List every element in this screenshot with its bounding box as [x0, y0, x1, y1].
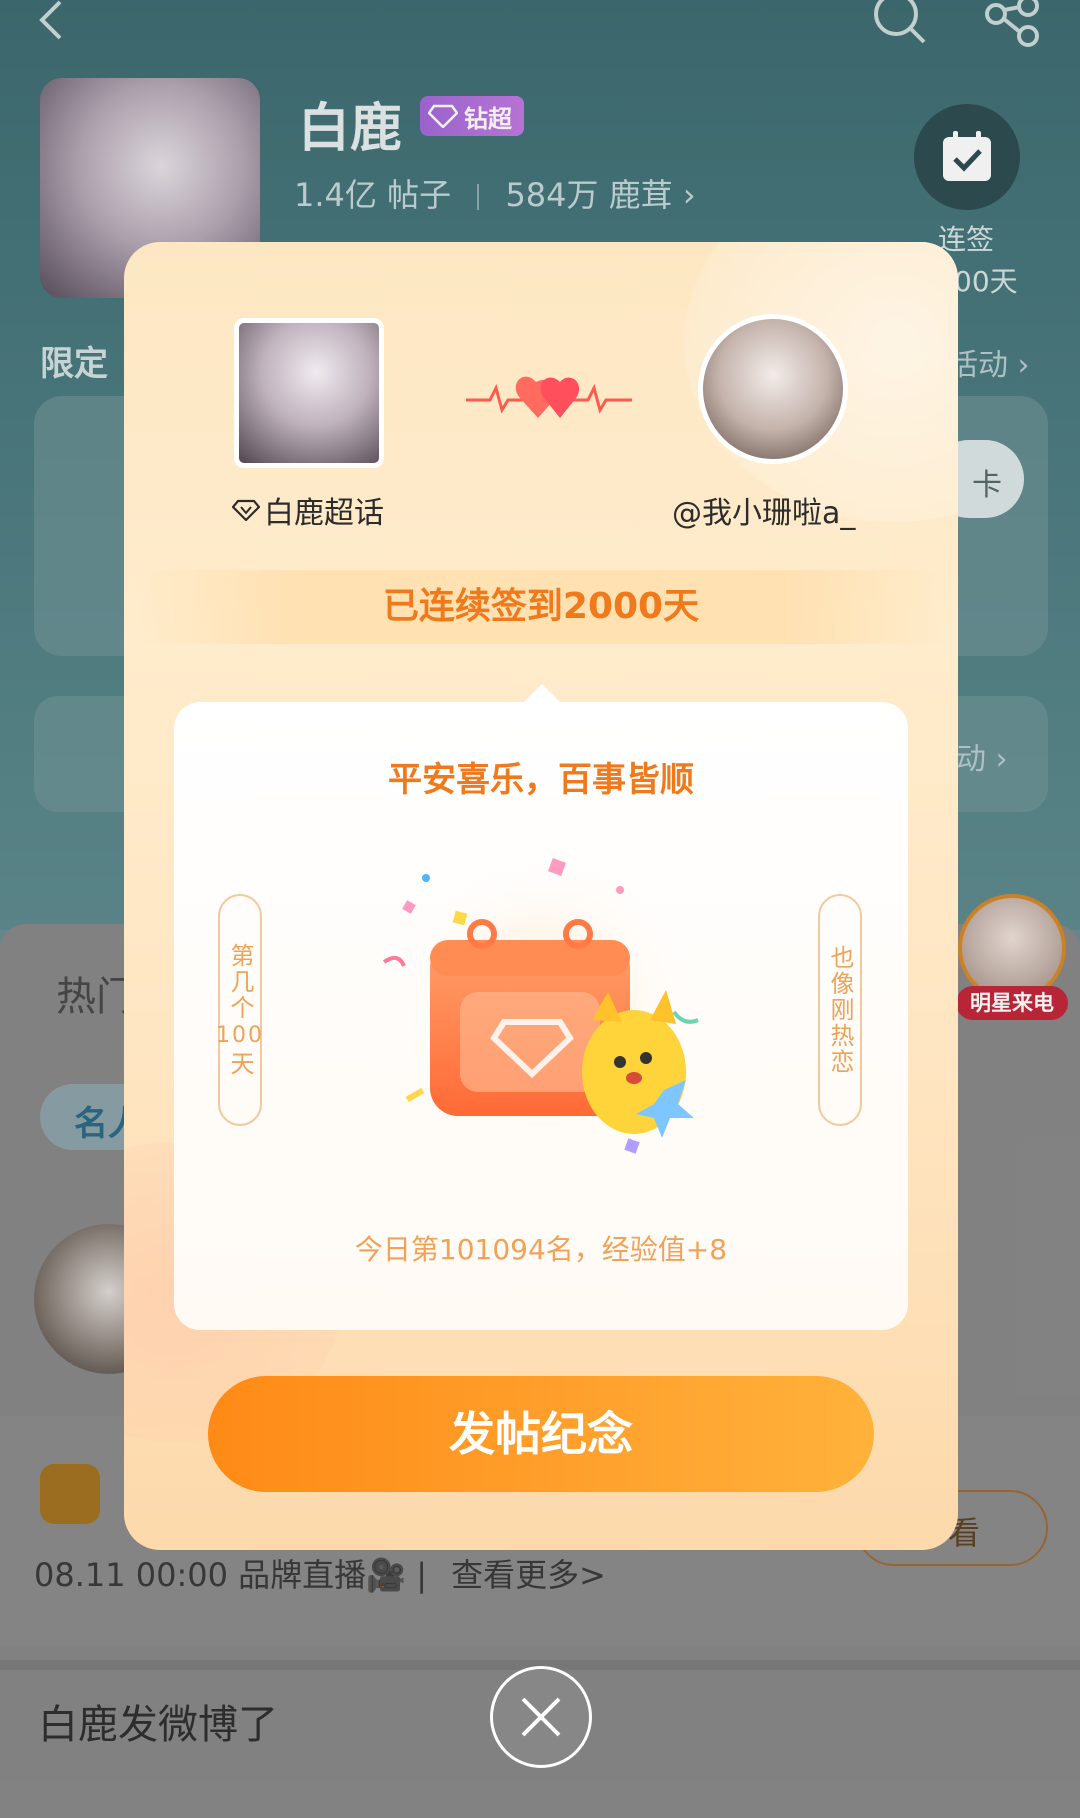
scroll-left-number: 100: [216, 1023, 264, 1048]
topic-name: 白鹿超话: [264, 496, 384, 531]
scroll-right: 也像刚热恋: [818, 894, 862, 1126]
user-name: @我小珊啦a_: [672, 496, 856, 531]
close-dialog-button[interactable]: [490, 1666, 592, 1768]
rank-text: 今日第101094名，经验值+8: [354, 1233, 728, 1266]
topic-name-row: 白鹿超话: [232, 488, 384, 532]
consecutive-days-banner: 已连续签到2000天: [134, 570, 948, 644]
scroll-left-bottom: 天: [226, 1051, 254, 1077]
blessing-text: 平安喜乐，百事皆顺: [388, 760, 694, 800]
topic-image: [234, 318, 384, 468]
user-avatar: [698, 314, 848, 464]
blessing-card: 平安喜乐，百事皆顺 第几个 100 天 也像刚热恋 今日第101094名，经验值…: [174, 684, 908, 1330]
close-icon: [521, 1697, 561, 1737]
scroll-left: 第几个 100 天: [216, 894, 264, 1126]
card-notch: [524, 684, 560, 702]
scroll-left-top: 第几个: [226, 943, 254, 1021]
calendar-mascot-illustration: [382, 847, 704, 1167]
post-commemorate-button[interactable]: 发帖纪念: [208, 1376, 874, 1492]
diamond-icon: [232, 499, 260, 521]
scroll-right-text: 也像刚热恋: [826, 945, 854, 1075]
checkin-success-dialog: 白鹿超话 @我小珊啦a_ 已连续签到2000天 平安喜乐，百事皆顺 第几个 10…: [124, 242, 958, 1550]
heartbeat-hearts-icon: [466, 376, 632, 418]
